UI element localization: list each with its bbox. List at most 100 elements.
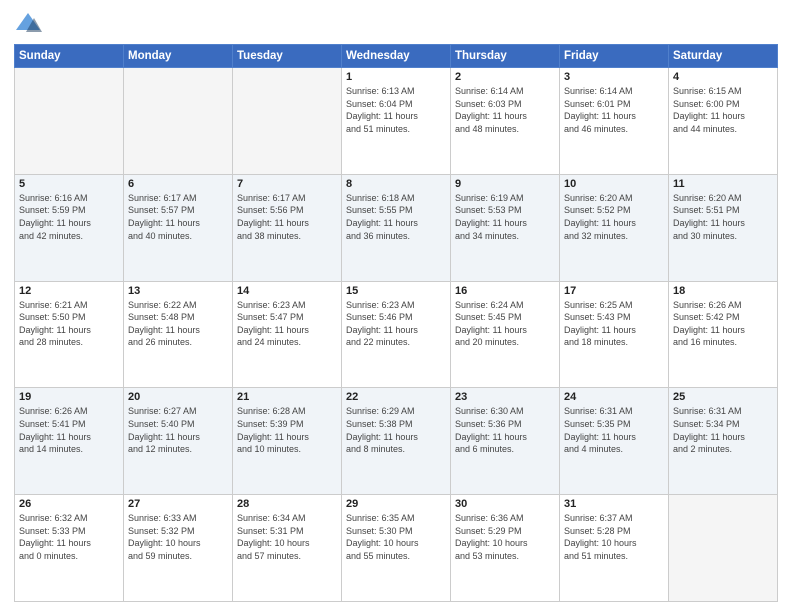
day-number: 1 (346, 71, 446, 83)
calendar-cell: 24 Sunrise: 6:31 AM Sunset: 5:35 PM Dayli… (560, 388, 669, 495)
day-info: Sunrise: 6:28 AM Sunset: 5:39 PM Dayligh… (237, 405, 337, 455)
weekday-header-friday: Friday (560, 45, 669, 68)
day-info: Sunrise: 6:17 AM Sunset: 5:57 PM Dayligh… (128, 192, 228, 242)
calendar-cell: 5 Sunrise: 6:16 AM Sunset: 5:59 PM Daylig… (15, 174, 124, 281)
day-number: 31 (564, 498, 664, 510)
calendar-cell (15, 68, 124, 175)
day-info: Sunrise: 6:30 AM Sunset: 5:36 PM Dayligh… (455, 405, 555, 455)
calendar-cell: 31 Sunrise: 6:37 AM Sunset: 5:28 PM Dayli… (560, 495, 669, 602)
calendar-cell: 11 Sunrise: 6:20 AM Sunset: 5:51 PM Dayli… (669, 174, 778, 281)
day-info: Sunrise: 6:23 AM Sunset: 5:47 PM Dayligh… (237, 299, 337, 349)
day-number: 28 (237, 498, 337, 510)
day-number: 10 (564, 178, 664, 190)
day-number: 17 (564, 285, 664, 297)
day-number: 29 (346, 498, 446, 510)
day-info: Sunrise: 6:26 AM Sunset: 5:41 PM Dayligh… (19, 405, 119, 455)
day-info: Sunrise: 6:29 AM Sunset: 5:38 PM Dayligh… (346, 405, 446, 455)
day-number: 12 (19, 285, 119, 297)
calendar-header-row: SundayMondayTuesdayWednesdayThursdayFrid… (15, 45, 778, 68)
logo (14, 10, 46, 38)
day-info: Sunrise: 6:27 AM Sunset: 5:40 PM Dayligh… (128, 405, 228, 455)
day-number: 9 (455, 178, 555, 190)
calendar-cell: 3 Sunrise: 6:14 AM Sunset: 6:01 PM Daylig… (560, 68, 669, 175)
calendar-cell: 7 Sunrise: 6:17 AM Sunset: 5:56 PM Daylig… (233, 174, 342, 281)
day-info: Sunrise: 6:22 AM Sunset: 5:48 PM Dayligh… (128, 299, 228, 349)
day-number: 6 (128, 178, 228, 190)
calendar-cell: 16 Sunrise: 6:24 AM Sunset: 5:45 PM Dayli… (451, 281, 560, 388)
day-info: Sunrise: 6:34 AM Sunset: 5:31 PM Dayligh… (237, 512, 337, 562)
day-info: Sunrise: 6:24 AM Sunset: 5:45 PM Dayligh… (455, 299, 555, 349)
calendar-cell (669, 495, 778, 602)
weekday-header-thursday: Thursday (451, 45, 560, 68)
calendar-cell (124, 68, 233, 175)
day-number: 16 (455, 285, 555, 297)
day-number: 30 (455, 498, 555, 510)
day-number: 22 (346, 391, 446, 403)
calendar-cell: 22 Sunrise: 6:29 AM Sunset: 5:38 PM Dayli… (342, 388, 451, 495)
calendar-cell: 2Sunrise: 6:14 AM Sunset: 6:03 PM Daylig… (451, 68, 560, 175)
calendar-cell: 29 Sunrise: 6:35 AM Sunset: 5:30 PM Dayli… (342, 495, 451, 602)
day-number: 7 (237, 178, 337, 190)
day-number: 20 (128, 391, 228, 403)
day-info: Sunrise: 6:35 AM Sunset: 5:30 PM Dayligh… (346, 512, 446, 562)
calendar-week-row: 5 Sunrise: 6:16 AM Sunset: 5:59 PM Daylig… (15, 174, 778, 281)
day-info: Sunrise: 6:23 AM Sunset: 5:46 PM Dayligh… (346, 299, 446, 349)
calendar-cell: 28 Sunrise: 6:34 AM Sunset: 5:31 PM Dayli… (233, 495, 342, 602)
calendar-cell: 10 Sunrise: 6:20 AM Sunset: 5:52 PM Dayli… (560, 174, 669, 281)
calendar-cell: 8 Sunrise: 6:18 AM Sunset: 5:55 PM Daylig… (342, 174, 451, 281)
day-info: Sunrise: 6:17 AM Sunset: 5:56 PM Dayligh… (237, 192, 337, 242)
day-info: Sunrise: 6:33 AM Sunset: 5:32 PM Dayligh… (128, 512, 228, 562)
weekday-header-tuesday: Tuesday (233, 45, 342, 68)
day-number: 14 (237, 285, 337, 297)
day-number: 3 (564, 71, 664, 83)
day-number: 13 (128, 285, 228, 297)
day-info: Sunrise: 6:20 AM Sunset: 5:52 PM Dayligh… (564, 192, 664, 242)
day-number: 8 (346, 178, 446, 190)
calendar-cell: 9Sunrise: 6:19 AM Sunset: 5:53 PM Daylig… (451, 174, 560, 281)
day-number: 23 (455, 391, 555, 403)
day-number: 24 (564, 391, 664, 403)
calendar-cell: 19 Sunrise: 6:26 AM Sunset: 5:41 PM Dayli… (15, 388, 124, 495)
day-number: 4 (673, 71, 773, 83)
calendar-cell: 15 Sunrise: 6:23 AM Sunset: 5:46 PM Dayli… (342, 281, 451, 388)
calendar-cell: 26Sunrise: 6:32 AM Sunset: 5:33 PM Dayli… (15, 495, 124, 602)
day-info: Sunrise: 6:37 AM Sunset: 5:28 PM Dayligh… (564, 512, 664, 562)
day-number: 15 (346, 285, 446, 297)
day-number: 19 (19, 391, 119, 403)
day-info: Sunrise: 6:14 AM Sunset: 6:01 PM Dayligh… (564, 85, 664, 135)
page: SundayMondayTuesdayWednesdayThursdayFrid… (0, 0, 792, 612)
calendar-cell: 30Sunrise: 6:36 AM Sunset: 5:29 PM Dayli… (451, 495, 560, 602)
day-number: 11 (673, 178, 773, 190)
calendar-cell: 6 Sunrise: 6:17 AM Sunset: 5:57 PM Daylig… (124, 174, 233, 281)
calendar-table: SundayMondayTuesdayWednesdayThursdayFrid… (14, 44, 778, 602)
day-number: 26 (19, 498, 119, 510)
calendar-cell (233, 68, 342, 175)
calendar-week-row: 12 Sunrise: 6:21 AM Sunset: 5:50 PM Dayli… (15, 281, 778, 388)
calendar-cell: 4 Sunrise: 6:15 AM Sunset: 6:00 PM Daylig… (669, 68, 778, 175)
calendar-week-row: 26Sunrise: 6:32 AM Sunset: 5:33 PM Dayli… (15, 495, 778, 602)
day-info: Sunrise: 6:16 AM Sunset: 5:59 PM Dayligh… (19, 192, 119, 242)
day-number: 5 (19, 178, 119, 190)
calendar-cell: 25Sunrise: 6:31 AM Sunset: 5:34 PM Dayli… (669, 388, 778, 495)
day-number: 27 (128, 498, 228, 510)
day-info: Sunrise: 6:31 AM Sunset: 5:35 PM Dayligh… (564, 405, 664, 455)
day-info: Sunrise: 6:21 AM Sunset: 5:50 PM Dayligh… (19, 299, 119, 349)
day-info: Sunrise: 6:26 AM Sunset: 5:42 PM Dayligh… (673, 299, 773, 349)
weekday-header-wednesday: Wednesday (342, 45, 451, 68)
weekday-header-sunday: Sunday (15, 45, 124, 68)
weekday-header-saturday: Saturday (669, 45, 778, 68)
calendar-week-row: 19 Sunrise: 6:26 AM Sunset: 5:41 PM Dayli… (15, 388, 778, 495)
calendar-cell: 13 Sunrise: 6:22 AM Sunset: 5:48 PM Dayli… (124, 281, 233, 388)
day-info: Sunrise: 6:18 AM Sunset: 5:55 PM Dayligh… (346, 192, 446, 242)
calendar-cell: 14 Sunrise: 6:23 AM Sunset: 5:47 PM Dayli… (233, 281, 342, 388)
day-info: Sunrise: 6:13 AM Sunset: 6:04 PM Dayligh… (346, 85, 446, 135)
calendar-cell: 20 Sunrise: 6:27 AM Sunset: 5:40 PM Dayli… (124, 388, 233, 495)
weekday-header-monday: Monday (124, 45, 233, 68)
day-info: Sunrise: 6:20 AM Sunset: 5:51 PM Dayligh… (673, 192, 773, 242)
day-info: Sunrise: 6:15 AM Sunset: 6:00 PM Dayligh… (673, 85, 773, 135)
day-info: Sunrise: 6:31 AM Sunset: 5:34 PM Dayligh… (673, 405, 773, 455)
calendar-cell: 21Sunrise: 6:28 AM Sunset: 5:39 PM Dayli… (233, 388, 342, 495)
logo-icon (14, 10, 42, 38)
day-info: Sunrise: 6:14 AM Sunset: 6:03 PM Dayligh… (455, 85, 555, 135)
calendar-week-row: 1 Sunrise: 6:13 AM Sunset: 6:04 PM Daylig… (15, 68, 778, 175)
